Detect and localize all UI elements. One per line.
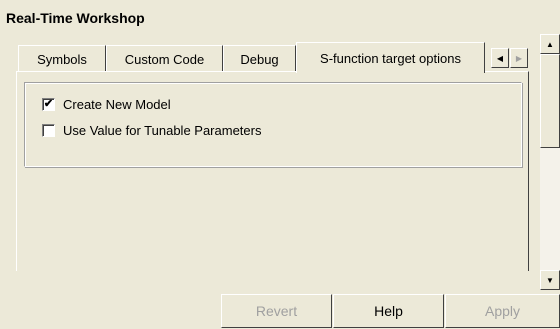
button-label: Revert: [255, 303, 298, 319]
option-create-new-model[interactable]: ✔ Create New Model: [42, 97, 171, 112]
options-group: ✔ Create New Model Use Value for Tunable…: [24, 82, 522, 167]
tab-s-function-target-options[interactable]: S-function target options: [296, 42, 485, 73]
apply-button[interactable]: Apply: [445, 294, 560, 328]
button-label: Apply: [484, 303, 521, 319]
create-new-model-checkbox[interactable]: ✔: [42, 98, 55, 111]
triangle-left-icon: ◀: [496, 53, 504, 63]
scroll-up-button[interactable]: ▲: [540, 34, 560, 54]
triangle-down-icon: ▼: [546, 275, 554, 285]
tab-scroll-left-button[interactable]: ◀: [491, 48, 509, 68]
option-label: Create New Model: [63, 97, 171, 112]
triangle-up-icon: ▲: [546, 39, 554, 49]
tab-scroll-buttons: ◀ ▶: [491, 48, 529, 70]
button-label: Help: [374, 303, 403, 319]
vertical-scrollbar[interactable]: ▲ ▼: [540, 34, 560, 290]
scroll-down-button[interactable]: ▼: [540, 270, 560, 290]
tab-label: Custom Code: [124, 51, 205, 67]
tab-label: Debug: [240, 51, 279, 67]
option-label: Use Value for Tunable Parameters: [63, 123, 262, 138]
use-value-tunable-parameters-checkbox[interactable]: [42, 124, 55, 137]
tab-debug[interactable]: Debug: [223, 45, 296, 72]
option-use-value-tunable-parameters[interactable]: Use Value for Tunable Parameters: [42, 123, 261, 138]
scrollbar-thumb[interactable]: [540, 54, 560, 148]
tab-label: S-function target options: [320, 50, 461, 66]
tab-strip: Symbols Custom Code Debug S-function tar…: [18, 42, 538, 73]
checkmark-icon: ✔: [43, 98, 54, 110]
revert-button[interactable]: Revert: [221, 294, 332, 328]
tab-content-panel: ✔ Create New Model Use Value for Tunable…: [16, 71, 529, 271]
panel-title: Real-Time Workshop: [6, 10, 145, 26]
help-button[interactable]: Help: [333, 294, 444, 328]
tab-label: Symbols: [37, 51, 87, 67]
tab-symbols[interactable]: Symbols: [18, 45, 106, 72]
tab-custom-code[interactable]: Custom Code: [106, 45, 223, 72]
tab-scroll-right-button[interactable]: ▶: [510, 48, 528, 68]
triangle-right-icon: ▶: [515, 53, 523, 63]
